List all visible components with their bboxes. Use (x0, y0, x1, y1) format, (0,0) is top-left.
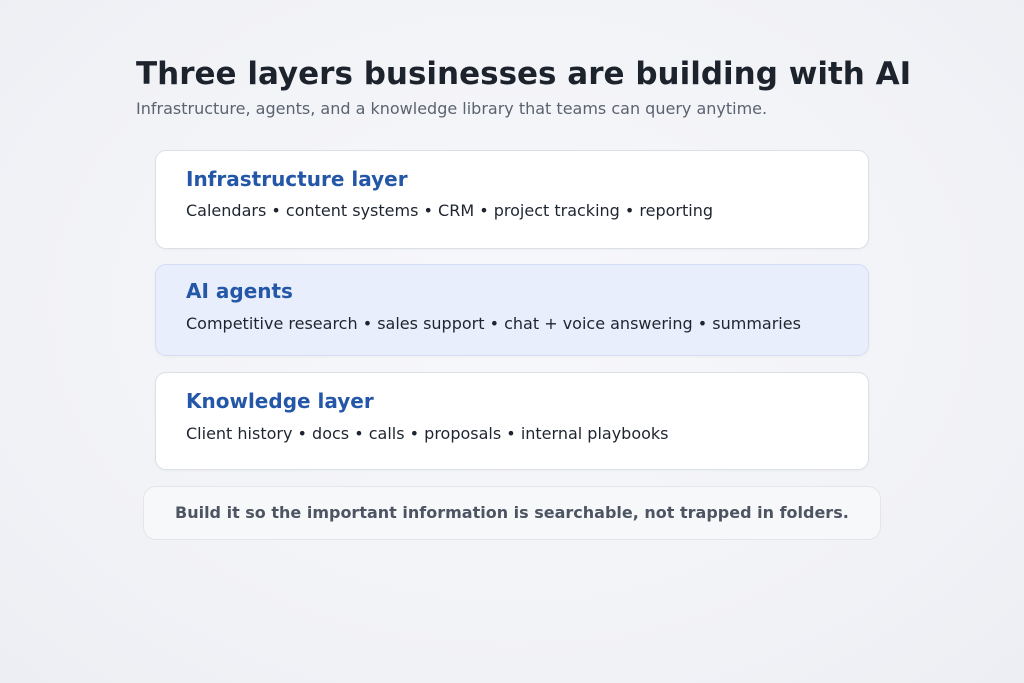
page-subtitle: Infrastructure, agents, and a knowledge … (136, 99, 768, 118)
ai-agents-card: AI agents Competitive research • sales s… (155, 264, 869, 356)
knowledge-layer-title: Knowledge layer (186, 389, 374, 413)
infrastructure-layer-card: Infrastructure layer Calendars • content… (155, 150, 869, 249)
ai-agents-items: Competitive research • sales support • c… (186, 314, 801, 333)
knowledge-layer-items: Client history • docs • calls • proposal… (186, 424, 669, 443)
footer-note-text: Build it so the important information is… (175, 503, 849, 522)
infrastructure-layer-items: Calendars • content systems • CRM • proj… (186, 201, 714, 220)
ai-agents-title: AI agents (186, 279, 293, 303)
page-title: Three layers businesses are building wit… (136, 56, 912, 92)
infrastructure-layer-title: Infrastructure layer (186, 167, 408, 191)
knowledge-layer-card: Knowledge layer Client history • docs • … (155, 372, 869, 470)
footer-note-box: Build it so the important information is… (143, 486, 881, 540)
